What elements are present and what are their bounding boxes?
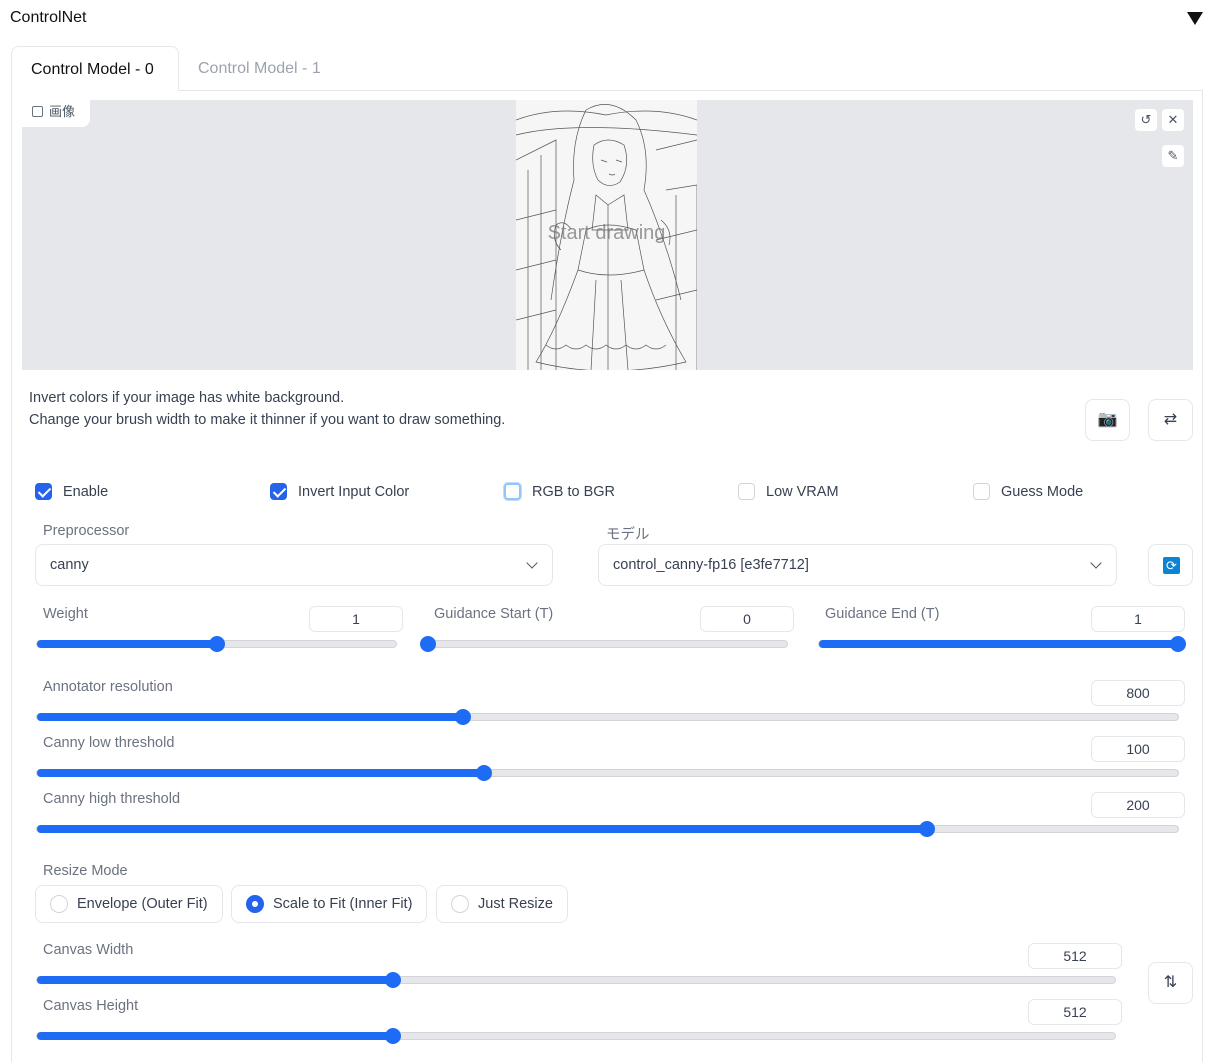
- canny-high-threshold-slider[interactable]: [36, 821, 1179, 837]
- guidance-start-slider-thumb[interactable]: [420, 636, 436, 652]
- weight-slider-fill: [37, 640, 217, 648]
- swap-vertical-icon: ⇅: [1163, 974, 1178, 991]
- canvas-width-label: Canvas Width: [43, 942, 134, 958]
- guidance-end-input[interactable]: 1: [1091, 606, 1185, 632]
- canny-high-threshold-slider-thumb[interactable]: [919, 821, 935, 837]
- canvas-width-input[interactable]: 512: [1028, 943, 1122, 969]
- canny-high-threshold-input[interactable]: 200: [1091, 792, 1185, 818]
- guidance-end-slider-fill: [819, 640, 1178, 648]
- panel-title: ControlNet: [10, 9, 87, 26]
- collapse-triangle-icon[interactable]: [1187, 12, 1203, 25]
- camera-icon: 📷: [1097, 411, 1118, 428]
- camera-button[interactable]: 📷: [1085, 399, 1130, 441]
- canvas-height-input[interactable]: 512: [1028, 999, 1122, 1025]
- annotator-resolution-label: Annotator resolution: [43, 679, 173, 695]
- start-drawing-placeholder: Start drawing: [547, 222, 666, 244]
- image-label: 画像: [22, 100, 90, 127]
- radio-scale-to-fit-inner-fit[interactable]: Scale to Fit (Inner Fit): [231, 885, 428, 923]
- tab-bar: Control Model - 0 Control Model - 1: [11, 46, 1203, 91]
- checkbox-rgb-box[interactable]: [504, 483, 521, 500]
- checkbox-low-vram[interactable]: Low VRAM: [738, 482, 839, 502]
- checkbox-enable[interactable]: Enable: [35, 482, 108, 502]
- canny-high-threshold-label: Canny high threshold: [43, 791, 181, 807]
- annotator-resolution-slider-thumb[interactable]: [455, 709, 471, 725]
- guidance-start-slider[interactable]: [420, 636, 788, 652]
- swap-button[interactable]: ⇄: [1148, 399, 1193, 441]
- checkbox-guess-mode-box[interactable]: [973, 483, 990, 500]
- tab-control-model-1[interactable]: Control Model - 1: [179, 46, 340, 91]
- canny-low-threshold-slider-thumb[interactable]: [476, 765, 492, 781]
- canvas-height-slider-fill: [37, 1032, 393, 1040]
- radio-envelope-dot[interactable]: [50, 895, 68, 913]
- swap-dimensions-button[interactable]: ⇅: [1148, 962, 1193, 1004]
- weight-label: Weight: [43, 606, 88, 622]
- checkbox-low-vram-box[interactable]: [738, 483, 755, 500]
- guidance-end-slider-thumb[interactable]: [1170, 636, 1186, 652]
- annotator-resolution-input[interactable]: 800: [1091, 680, 1185, 706]
- canvas-height-label: Canvas Height: [43, 998, 139, 1014]
- radio-envelope-outer-fit[interactable]: Envelope (Outer Fit): [35, 885, 223, 923]
- canvas-height-slider[interactable]: [36, 1028, 1116, 1044]
- radio-scale-to-fit-dot[interactable]: [246, 895, 264, 913]
- canvas-width-slider-thumb[interactable]: [385, 972, 401, 988]
- tab-control-model-0[interactable]: Control Model - 0: [11, 46, 179, 91]
- guidance-start-input[interactable]: 0: [700, 606, 794, 632]
- refresh-models-button[interactable]: ⟳: [1148, 544, 1193, 586]
- hint-invert-colors: Invert colors if your image has white ba…: [29, 390, 345, 406]
- undo-icon[interactable]: ↺: [1135, 109, 1157, 131]
- preprocessor-select[interactable]: canny: [35, 544, 553, 586]
- brush-icon[interactable]: ✎: [1162, 145, 1184, 167]
- weight-input[interactable]: 1: [309, 606, 403, 632]
- checkbox-invert-box[interactable]: [270, 483, 287, 500]
- guidance-start-label: Guidance Start (T): [434, 606, 554, 622]
- checkbox-enable-box[interactable]: [35, 483, 52, 500]
- canny-low-threshold-slider-fill: [37, 769, 484, 777]
- canny-low-threshold-input[interactable]: 100: [1091, 736, 1185, 762]
- checkbox-invert-input-color[interactable]: Invert Input Color: [270, 482, 409, 502]
- resize-mode-label: Resize Mode: [43, 863, 128, 879]
- canny-high-threshold-slider-fill: [37, 825, 927, 833]
- guidance-end-label: Guidance End (T): [825, 606, 940, 622]
- hint-brush-width: Change your brush width to make it thinn…: [29, 412, 506, 428]
- canny-low-threshold-slider[interactable]: [36, 765, 1179, 781]
- guidance-end-slider[interactable]: [818, 636, 1186, 652]
- image-icon: [32, 106, 43, 117]
- model-select[interactable]: control_canny-fp16 [e3fe7712]: [598, 544, 1117, 586]
- weight-slider[interactable]: [36, 636, 397, 652]
- canvas-width-slider-fill: [37, 976, 393, 984]
- weight-slider-thumb[interactable]: [209, 636, 225, 652]
- canvas-height-slider-thumb[interactable]: [385, 1028, 401, 1044]
- radio-just-resize[interactable]: Just Resize: [436, 885, 568, 923]
- chevron-down-icon: [1090, 557, 1102, 569]
- checkbox-guess-mode[interactable]: Guess Mode: [973, 482, 1083, 502]
- canvas-width-slider[interactable]: [36, 972, 1116, 988]
- annotator-resolution-slider[interactable]: [36, 709, 1179, 725]
- preprocessor-label: Preprocessor: [43, 523, 130, 539]
- checkbox-rgb-to-bgr[interactable]: RGB to BGR: [504, 482, 615, 502]
- annotator-resolution-slider-fill: [37, 713, 463, 721]
- refresh-icon: ⟳: [1163, 557, 1180, 574]
- radio-just-resize-dot[interactable]: [451, 895, 469, 913]
- swap-arrows-icon: ⇄: [1163, 411, 1178, 428]
- model-label: モデル: [606, 527, 650, 543]
- close-icon[interactable]: ✕: [1162, 109, 1184, 131]
- chevron-down-icon: [526, 557, 538, 569]
- canny-low-threshold-label: Canny low threshold: [43, 735, 175, 751]
